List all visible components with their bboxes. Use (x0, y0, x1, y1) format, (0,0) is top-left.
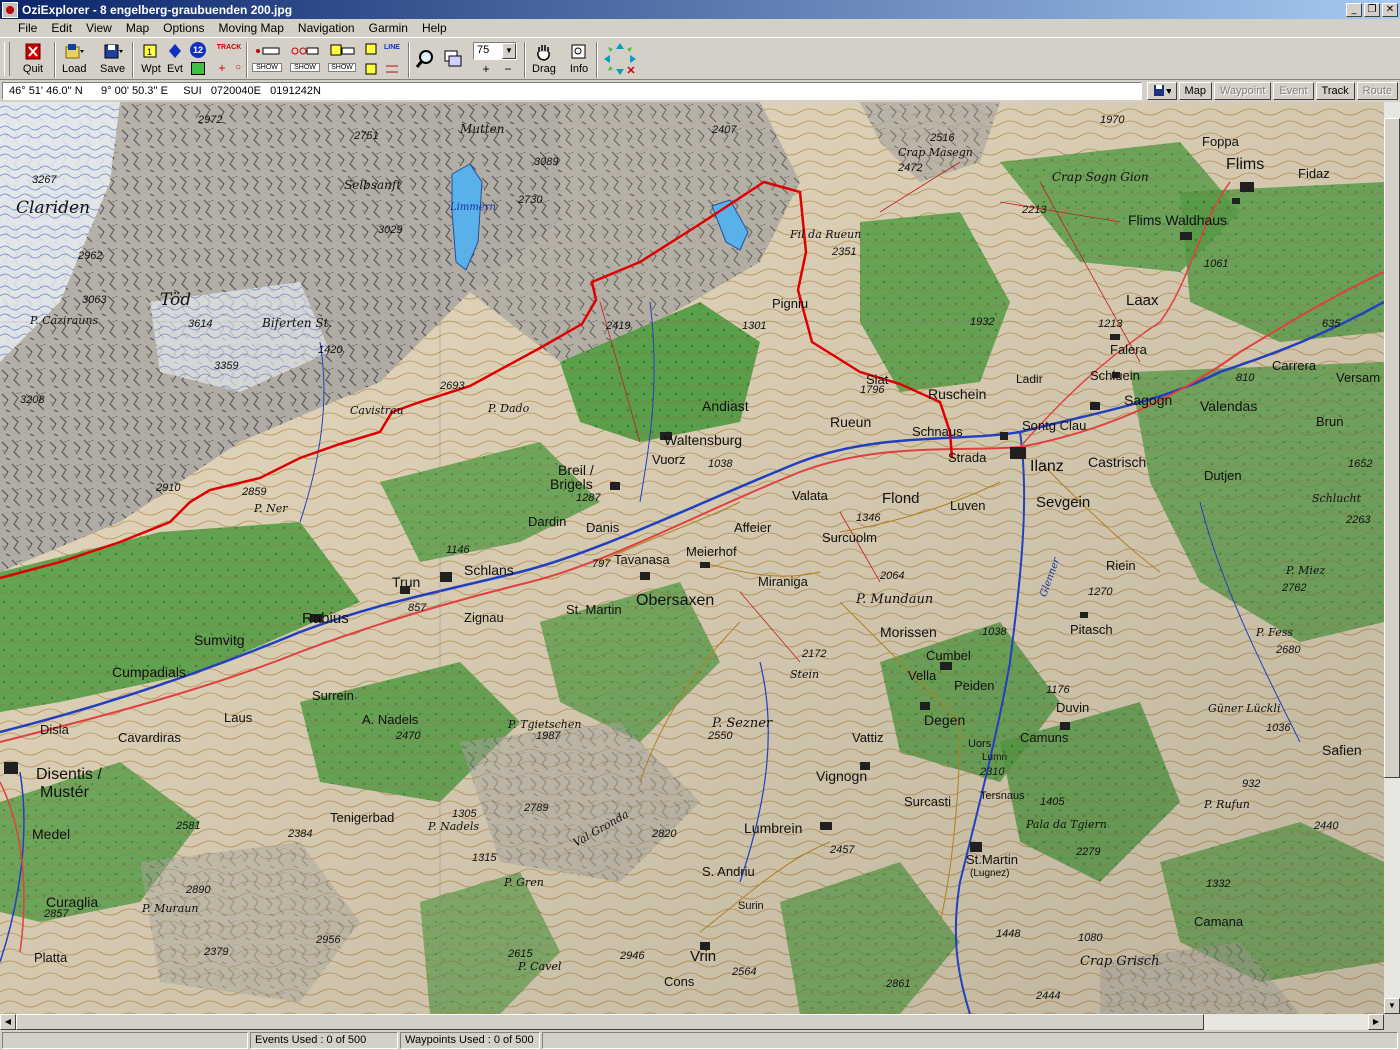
name-show-button[interactable]: SHOW (328, 42, 356, 76)
minimize-button[interactable]: _ (1346, 2, 1362, 17)
menu-help[interactable]: Help (415, 20, 454, 36)
event-button[interactable]: Evt (164, 42, 186, 76)
tab-map[interactable]: Map (1178, 82, 1212, 100)
ozi-explorer-window: OziExplorer - 8 engelberg-graubuenden 20… (0, 0, 1400, 1050)
scroll-right-arrow-icon[interactable]: ▶ (1368, 1014, 1384, 1030)
track-circle-icon[interactable]: ○ (230, 62, 246, 76)
app-icon[interactable] (2, 1, 18, 18)
load-button[interactable]: Load (62, 42, 86, 76)
waypoint-number-icon[interactable]: 12 (190, 42, 206, 58)
route-show-button[interactable]: SHOW (290, 42, 320, 76)
coordinate-bar: 46° 51' 46.0'' N 9° 00' 50.3'' E SUI 072… (0, 81, 1400, 101)
status-panel-empty (2, 1032, 248, 1049)
menu-moving-map[interactable]: Moving Map (212, 20, 291, 36)
track-show-icon[interactable]: TRACK (216, 42, 242, 56)
cursor-coordinates: 46° 51' 46.0'' N 9° 00' 50.3'' E SUI 072… (2, 82, 1142, 100)
scroll-left-arrow-icon[interactable]: ◀ (0, 1014, 16, 1030)
waypoint-icon: 1 (140, 42, 162, 62)
status-bar: Events Used : 0 of 500 Waypoints Used : … (0, 1031, 1400, 1050)
save-button[interactable]: Save (100, 42, 125, 76)
save-object-button[interactable] (1146, 82, 1177, 100)
events-used-status: Events Used : 0 of 500 (250, 1032, 398, 1049)
track-show-button[interactable]: SHOW (252, 42, 282, 76)
drag-button[interactable]: Drag (532, 42, 556, 76)
zoom-select[interactable]: 75 ▼ (473, 42, 517, 60)
horizontal-scroll-thumb[interactable] (16, 1014, 1204, 1030)
folder-open-icon (63, 42, 85, 62)
menu-view[interactable]: View (79, 20, 119, 36)
menu-garmin[interactable]: Garmin (362, 20, 415, 36)
quit-icon (22, 42, 44, 62)
tab-event[interactable]: Event (1273, 82, 1314, 100)
vertical-scroll-thumb[interactable] (1384, 118, 1400, 778)
map-feature-icon[interactable] (364, 42, 380, 56)
status-panel-rest (542, 1032, 1398, 1049)
line-tool-icon[interactable]: LINE (384, 42, 400, 56)
hand-icon (533, 42, 555, 62)
map-canvas[interactable]: Clariden Töd Biferten St. Mutten Selbsan… (0, 102, 1384, 1014)
window-title: OziExplorer - 8 engelberg-graubuenden 20… (22, 2, 293, 17)
grid-name: SUI (183, 85, 202, 97)
menu-bar: File Edit View Map Options Moving Map Na… (0, 19, 1400, 37)
svg-text:1: 1 (147, 47, 152, 57)
northing-readout: 0191242N (270, 85, 321, 97)
horizontal-scrollbar[interactable]: ◀ ▶ (0, 1014, 1384, 1030)
map-window-icon[interactable] (442, 48, 464, 70)
scroll-corner (1384, 1014, 1400, 1030)
easting-readout: 0720040E (210, 85, 261, 97)
toolbar-grip[interactable] (4, 42, 10, 76)
pan-arrows-icon[interactable] (602, 41, 638, 77)
toolbar: Quit Load Save 1 Wpt Evt 12 TRACK + ○ SH… (0, 37, 1400, 80)
menu-options[interactable]: Options (156, 20, 211, 36)
zoom-out-button[interactable]: − (500, 63, 516, 77)
scroll-down-arrow-icon[interactable]: ▼ (1384, 998, 1400, 1014)
tab-track[interactable]: Track (1315, 82, 1355, 100)
info-icon (568, 42, 590, 62)
close-button[interactable]: ✕ (1382, 2, 1398, 17)
quit-button[interactable]: Quit (22, 42, 44, 76)
tab-route[interactable]: Route (1356, 82, 1398, 100)
menu-navigation[interactable]: Navigation (291, 20, 362, 36)
waypoints-used-status: Waypoints Used : 0 of 500 (400, 1032, 540, 1049)
vertical-scrollbar[interactable]: ▼ (1384, 102, 1400, 1014)
longitude-readout: 9° 00' 50.3'' E (101, 85, 169, 97)
map-comment-icon[interactable] (364, 62, 380, 76)
menu-edit[interactable]: Edit (44, 20, 79, 36)
info-button[interactable]: Info (568, 42, 590, 76)
zoom-in-button[interactable]: + (478, 63, 494, 77)
menu-file[interactable]: File (4, 20, 44, 36)
tab-waypoint[interactable]: Waypoint (1213, 82, 1272, 100)
green-square-icon[interactable] (191, 62, 205, 75)
restore-button[interactable]: ❐ (1364, 2, 1380, 17)
find-magnifier-icon[interactable] (414, 48, 436, 70)
menu-map[interactable]: Map (119, 20, 156, 36)
add-track-point-icon[interactable]: + (214, 62, 230, 76)
latitude-readout: 46° 51' 46.0'' N (9, 85, 83, 97)
title-bar[interactable]: OziExplorer - 8 engelberg-graubuenden 20… (0, 0, 1400, 19)
chevron-down-icon[interactable]: ▼ (502, 43, 516, 59)
event-diamond-icon (164, 42, 186, 62)
waypoint-button[interactable]: 1 Wpt (140, 42, 162, 76)
save-disk-icon (102, 42, 124, 62)
range-ring-icon[interactable] (384, 62, 400, 76)
save-down-icon (1153, 85, 1171, 96)
topographic-map (0, 102, 1384, 1014)
